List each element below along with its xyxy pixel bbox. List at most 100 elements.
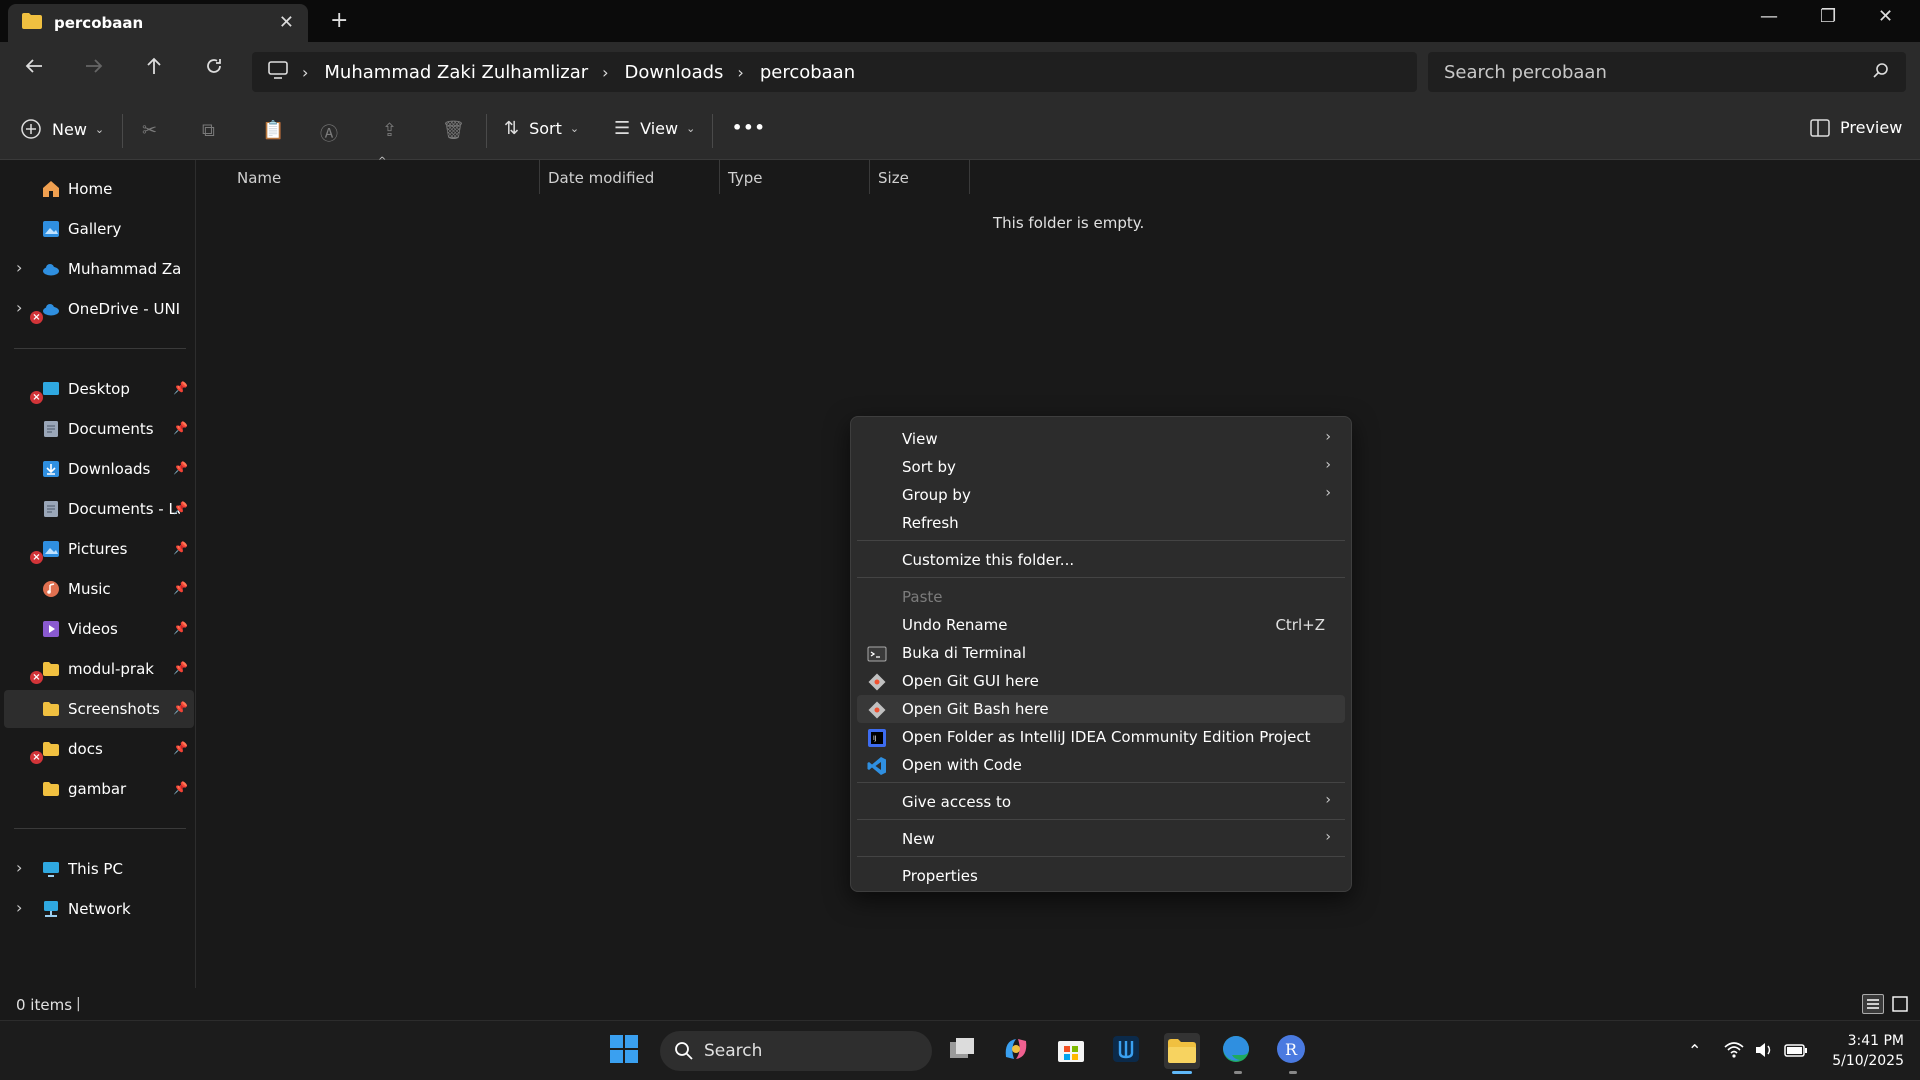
sync-error-icon: × — [30, 551, 43, 564]
chevron-up-icon[interactable]: ⌃ — [1688, 1041, 1701, 1060]
column-header-name[interactable]: Name ^ — [198, 156, 540, 194]
menu-item-view[interactable]: View › — [857, 425, 1345, 453]
sidebar-item-modul-prak[interactable]: × modul-prak 📌 — [4, 650, 194, 688]
volume-icon[interactable] — [1754, 1041, 1774, 1063]
pin-icon[interactable]: 📌 — [173, 701, 188, 715]
new-button[interactable]: New ⌄ — [20, 118, 104, 140]
menu-item-open-terminal[interactable]: Buka di Terminal — [857, 639, 1345, 667]
sidebar-item-network[interactable]: › Network — [4, 890, 194, 928]
delete-icon[interactable]: 🗑 — [442, 120, 465, 141]
column-header-date-modified[interactable]: Date modified — [540, 160, 720, 194]
more-options-button[interactable]: ••• — [732, 118, 766, 137]
chevron-right-icon[interactable]: › — [737, 63, 743, 82]
menu-item-refresh[interactable]: Refresh — [857, 509, 1345, 537]
pin-icon[interactable]: 📌 — [173, 661, 188, 675]
refresh-button[interactable] — [198, 56, 230, 82]
sidebar-item-onedrive-personal[interactable]: › Muhammad Zaki - — [4, 250, 194, 288]
pin-icon[interactable]: 📌 — [173, 421, 188, 435]
details-view-button[interactable] — [1862, 994, 1884, 1014]
menu-item-give-access[interactable]: Give access to › — [857, 788, 1345, 816]
breadcrumb-percobaan[interactable]: percobaan — [760, 62, 855, 83]
vscode-icon — [867, 757, 886, 775]
breadcrumb-downloads[interactable]: Downloads — [625, 62, 724, 83]
navigation-bar: › Muhammad Zaki Zulhamlizar › Downloads … — [0, 42, 1920, 102]
up-button[interactable] — [138, 56, 170, 82]
pin-icon[interactable]: 📌 — [173, 381, 188, 395]
menu-item-open-intellij[interactable]: IJ Open Folder as IntelliJ IDEA Communit… — [857, 723, 1345, 751]
edge-button[interactable] — [1220, 1033, 1256, 1074]
profile-app-button[interactable]: R — [1275, 1033, 1311, 1074]
chevron-right-icon[interactable]: › — [302, 63, 308, 82]
pin-icon[interactable]: 📌 — [173, 781, 188, 795]
back-button[interactable] — [18, 56, 50, 82]
share-icon[interactable]: ⇪ — [382, 120, 397, 141]
sidebar-item-gambar[interactable]: gambar 📌 — [4, 770, 194, 808]
pin-icon[interactable]: 📌 — [173, 741, 188, 755]
sidebar-item-screenshots[interactable]: Screenshots 📌 — [4, 690, 194, 728]
pin-icon[interactable]: 📌 — [173, 501, 188, 515]
onedrive-icon — [43, 304, 59, 316]
menu-item-customize-folder[interactable]: Customize this folder... — [857, 546, 1345, 574]
column-header-type[interactable]: Type — [720, 160, 870, 194]
chevron-right-icon[interactable]: › — [16, 898, 22, 917]
sidebar-item-videos[interactable]: Videos 📌 — [4, 610, 194, 648]
cut-icon[interactable]: ✂ — [142, 120, 157, 141]
sidebar-item-music[interactable]: Music 📌 — [4, 570, 194, 608]
taskbar-search[interactable]: Search — [660, 1031, 932, 1071]
microsoft-store-button[interactable] — [1055, 1033, 1091, 1069]
chevron-right-icon[interactable]: › — [16, 298, 22, 317]
close-tab-button[interactable]: ✕ — [279, 12, 294, 33]
view-button[interactable]: ☰ View ⌄ — [614, 118, 695, 139]
chevron-right-icon[interactable]: › — [16, 858, 22, 877]
menu-item-open-with-code[interactable]: Open with Code — [857, 751, 1345, 779]
rename-icon[interactable]: Ⓐ — [320, 120, 338, 146]
terminal-app-button[interactable] — [1110, 1033, 1146, 1069]
menu-item-open-git-gui[interactable]: Open Git GUI here — [857, 667, 1345, 695]
pin-icon[interactable]: 📌 — [173, 621, 188, 635]
sort-button[interactable]: ⇅ Sort ⌄ — [504, 118, 579, 139]
forward-button[interactable] — [78, 56, 110, 82]
sidebar-item-gallery[interactable]: Gallery — [4, 210, 194, 248]
chevron-right-icon[interactable]: › — [602, 63, 608, 82]
search-box[interactable] — [1428, 52, 1906, 92]
tiles-view-button[interactable] — [1890, 994, 1910, 1014]
tab-percobaan[interactable]: percobaan ✕ — [8, 4, 308, 42]
pin-icon[interactable]: 📌 — [173, 581, 188, 595]
menu-item-sort-by[interactable]: Sort by › — [857, 453, 1345, 481]
address-bar[interactable]: › Muhammad Zaki Zulhamlizar › Downloads … — [252, 52, 1417, 92]
copilot-button[interactable] — [1000, 1033, 1036, 1069]
wifi-icon[interactable] — [1724, 1041, 1744, 1063]
new-tab-button[interactable]: + — [330, 8, 348, 33]
sidebar-item-this-pc[interactable]: › This PC — [4, 850, 194, 888]
sidebar-item-downloads[interactable]: Downloads 📌 — [4, 450, 194, 488]
copy-icon[interactable]: ⧉ — [202, 120, 215, 141]
sidebar-item-home[interactable]: Home — [4, 170, 194, 208]
preview-button[interactable]: Preview — [1810, 118, 1902, 137]
chevron-right-icon[interactable]: › — [16, 258, 22, 277]
pin-icon[interactable]: 📌 — [173, 541, 188, 555]
maximize-button[interactable]: ❐ — [1820, 6, 1836, 27]
sidebar-item-documents[interactable]: Documents 📌 — [4, 410, 194, 448]
file-explorer-button[interactable] — [1164, 1033, 1200, 1074]
sidebar-item-documents-lap[interactable]: Documents - Lap 📌 — [4, 490, 194, 528]
menu-item-undo-rename[interactable]: Undo Rename Ctrl+Z — [857, 611, 1345, 639]
menu-item-open-git-bash[interactable]: Open Git Bash here — [857, 695, 1345, 723]
column-header-size[interactable]: Size — [870, 160, 970, 194]
task-view-button[interactable] — [946, 1033, 982, 1069]
sidebar-item-pictures[interactable]: × Pictures 📌 — [4, 530, 194, 568]
sidebar-item-docs[interactable]: × docs 📌 — [4, 730, 194, 768]
start-button[interactable] — [608, 1033, 644, 1069]
pin-icon[interactable]: 📌 — [173, 461, 188, 475]
menu-item-group-by[interactable]: Group by › — [857, 481, 1345, 509]
battery-icon[interactable] — [1784, 1041, 1808, 1063]
menu-item-properties[interactable]: Properties — [857, 862, 1345, 890]
breadcrumb-user[interactable]: Muhammad Zaki Zulhamlizar — [324, 62, 588, 83]
sidebar-item-onedrive-univer[interactable]: › × OneDrive - UNIVER — [4, 290, 194, 328]
close-window-button[interactable]: ✕ — [1878, 6, 1893, 27]
sidebar-item-desktop[interactable]: × Desktop 📌 — [4, 370, 194, 408]
paste-icon[interactable]: 📋 — [262, 120, 284, 141]
search-input[interactable] — [1444, 60, 1844, 84]
clock[interactable]: 3:41 PM 5/10/2025 — [1820, 1031, 1904, 1071]
menu-item-new[interactable]: New › — [857, 825, 1345, 853]
minimize-button[interactable]: — — [1760, 6, 1778, 27]
